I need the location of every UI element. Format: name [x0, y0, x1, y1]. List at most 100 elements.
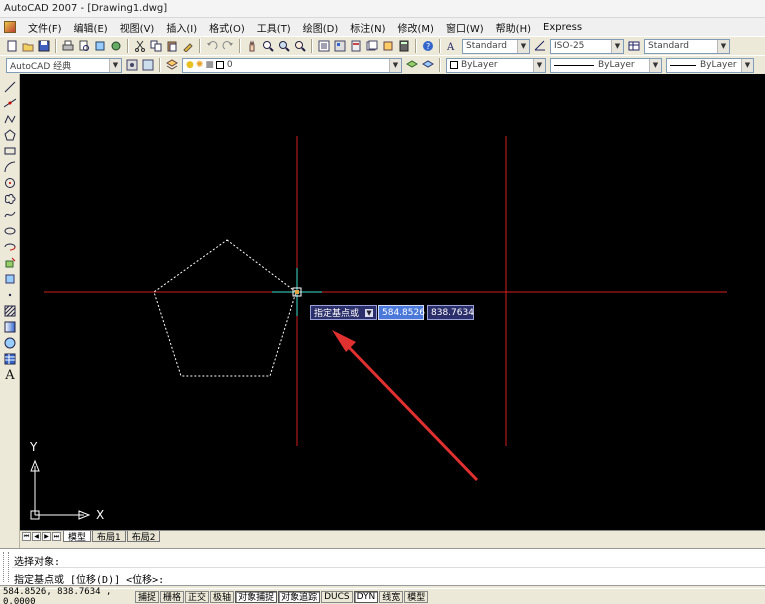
designcenter-icon[interactable]: [333, 39, 347, 53]
command-prompt-line[interactable]: 指定基点或 [位移(D)] <位移>:: [14, 571, 164, 586]
text-style-select[interactable]: Standard ▼: [462, 38, 530, 54]
toolbar-separator: [55, 39, 57, 53]
dynamic-input-y-field[interactable]: 838.7634: [427, 305, 474, 320]
coordinate-readout[interactable]: 584.8526, 838.7634 , 0.0000: [3, 587, 135, 604]
toolbar-separator: [199, 39, 201, 53]
menu-edit[interactable]: 编辑(E): [68, 20, 114, 35]
chevron-down-icon[interactable]: ▼: [365, 308, 374, 317]
table-icon[interactable]: [3, 352, 17, 366]
point-icon[interactable]: [3, 288, 17, 302]
linetype-select[interactable]: ByLayer ▼: [550, 57, 662, 73]
zoom-previous-icon[interactable]: [293, 39, 307, 53]
workspace-save-icon[interactable]: [141, 58, 155, 72]
command-line[interactable]: 选择对象: 指定基点或 [位移(D)] <位移>:: [0, 548, 765, 586]
chevron-down-icon: ▼: [109, 58, 121, 72]
zoom-realtime-icon[interactable]: [261, 39, 275, 53]
polygon-icon[interactable]: [3, 128, 17, 142]
copy-icon[interactable]: [149, 39, 163, 53]
construction-line-icon[interactable]: [3, 96, 17, 110]
open-icon[interactable]: [21, 39, 35, 53]
redo-icon[interactable]: [221, 39, 235, 53]
line-icon[interactable]: [3, 80, 17, 94]
prev-tab-icon[interactable]: ◀: [32, 532, 41, 541]
menu-draw[interactable]: 绘图(D): [297, 20, 345, 35]
first-tab-icon[interactable]: ⏮: [22, 532, 31, 541]
tab-layout1[interactable]: 布局1: [92, 531, 126, 543]
calculator-icon[interactable]: [397, 39, 411, 53]
gradient-icon[interactable]: [3, 320, 17, 334]
sheetset-icon[interactable]: [365, 39, 379, 53]
menu-dimension[interactable]: 标注(N): [344, 20, 391, 35]
plot-icon[interactable]: [109, 39, 123, 53]
layer-manager-icon[interactable]: [165, 58, 179, 72]
paste-icon[interactable]: [165, 39, 179, 53]
insert-block-icon[interactable]: [3, 256, 17, 270]
zoom-window-icon[interactable]: [277, 39, 291, 53]
make-current-layer-icon[interactable]: [405, 58, 419, 72]
model-toggle[interactable]: 模型: [404, 590, 429, 603]
ortho-toggle[interactable]: 正交: [185, 590, 210, 603]
publish-icon[interactable]: [93, 39, 107, 53]
matchprop-icon[interactable]: [181, 39, 195, 53]
new-icon[interactable]: [5, 39, 19, 53]
mtext-icon[interactable]: A: [3, 368, 17, 383]
ellipse-icon[interactable]: [3, 224, 17, 238]
menu-tools[interactable]: 工具(T): [251, 20, 297, 35]
layers-properties-toolbar: AutoCAD 经典 ▼ ● ✺ ■ 0 ▼ ByLayer ▼ ByLayer ▼ …: [0, 55, 765, 75]
osnap-toggle[interactable]: 对象捕捉: [235, 590, 278, 603]
workspace-settings-icon[interactable]: [125, 58, 139, 72]
pan-icon[interactable]: [245, 39, 259, 53]
properties-icon[interactable]: [317, 39, 331, 53]
ducs-toggle[interactable]: DUCS: [321, 590, 353, 603]
circle-icon[interactable]: [3, 176, 17, 190]
dyn-toggle[interactable]: DYN: [353, 590, 379, 603]
print-icon[interactable]: [61, 39, 75, 53]
dynamic-input-x-field[interactable]: 584.8526: [378, 305, 425, 320]
layer-select[interactable]: ● ✺ ■ 0 ▼: [182, 57, 402, 73]
polyline-icon[interactable]: [3, 112, 17, 126]
lineweight-toggle[interactable]: 线宽: [379, 590, 404, 603]
next-tab-icon[interactable]: ▶: [42, 532, 51, 541]
drawing-canvas[interactable]: Y X 指定基点或 ▼ 584.8526 838.7634: [20, 74, 765, 530]
preview-icon[interactable]: [77, 39, 91, 53]
layer-previous-icon[interactable]: [421, 58, 435, 72]
region-icon[interactable]: [3, 336, 17, 350]
menu-express[interactable]: Express: [537, 22, 588, 33]
menu-window[interactable]: 窗口(W): [440, 20, 490, 35]
spline-icon[interactable]: [3, 208, 17, 222]
app-icon[interactable]: [4, 21, 16, 33]
dim-style-select[interactable]: ISO-25 ▼: [550, 38, 624, 54]
arc-icon[interactable]: [3, 160, 17, 174]
revcloud-icon[interactable]: [3, 192, 17, 206]
status-bar: 584.8526, 838.7634 , 0.0000 捕捉 栅格 正交 极轴 …: [0, 587, 765, 604]
tab-layout2[interactable]: 布局2: [126, 531, 161, 543]
grid-toggle[interactable]: 栅格: [160, 590, 185, 603]
command-line-grip[interactable]: [3, 552, 9, 582]
help-icon[interactable]: ?: [421, 39, 435, 53]
workspace-select[interactable]: AutoCAD 经典 ▼: [6, 57, 122, 73]
rectangle-icon[interactable]: [3, 144, 17, 158]
menu-view[interactable]: 视图(V): [114, 20, 161, 35]
menu-modify[interactable]: 修改(M): [392, 20, 440, 35]
markup-icon[interactable]: [381, 39, 395, 53]
tab-model[interactable]: 模型: [63, 531, 92, 543]
snap-toggle[interactable]: 捕捉: [135, 590, 160, 603]
hatch-icon[interactable]: [3, 304, 17, 318]
save-icon[interactable]: [37, 39, 51, 53]
menu-insert[interactable]: 插入(I): [160, 20, 203, 35]
undo-icon[interactable]: [205, 39, 219, 53]
menu-file[interactable]: 文件(F): [22, 20, 68, 35]
table-style-select[interactable]: Standard ▼: [644, 38, 730, 54]
make-block-icon[interactable]: [3, 272, 17, 286]
polar-toggle[interactable]: 极轴: [210, 590, 235, 603]
cut-icon[interactable]: [133, 39, 147, 53]
menu-help[interactable]: 帮助(H): [490, 20, 537, 35]
otrack-toggle[interactable]: 对象追踪: [278, 590, 321, 603]
ellipse-arc-icon[interactable]: [3, 240, 17, 254]
selected-pentagon[interactable]: [153, 239, 297, 377]
last-tab-icon[interactable]: ⏭: [52, 532, 61, 541]
color-select[interactable]: ByLayer ▼: [446, 57, 546, 73]
toolpalettes-icon[interactable]: [349, 39, 363, 53]
menu-format[interactable]: 格式(O): [203, 20, 251, 35]
lineweight-select[interactable]: ByLayer ▼: [666, 57, 754, 73]
